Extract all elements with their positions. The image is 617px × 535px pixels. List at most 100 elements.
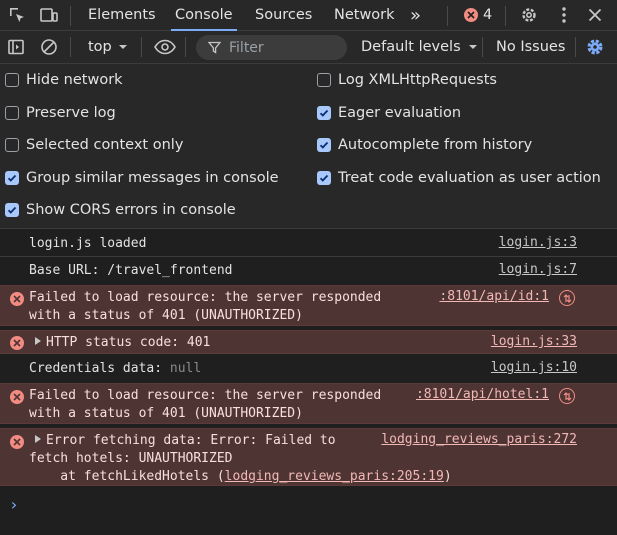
option-label: Show CORS errors in console xyxy=(26,202,236,218)
error-icon xyxy=(10,336,24,350)
option-show-cors-errors[interactable]: Show CORS errors in console xyxy=(5,200,236,220)
settings-gear-icon[interactable] xyxy=(518,4,540,26)
message-text[interactable]: Error fetching data: Error: Failed to xyxy=(35,432,336,450)
error-icon xyxy=(464,8,478,22)
divider xyxy=(70,37,71,57)
checkmark-icon xyxy=(319,141,329,149)
option-log-xhr[interactable]: Log XMLHttpRequests xyxy=(317,70,497,90)
message-text: login.js loaded xyxy=(29,236,147,251)
console-settings-panel: Hide network Preserve log Selected conte… xyxy=(0,64,617,229)
option-eager-evaluation[interactable]: Eager evaluation xyxy=(317,103,461,123)
close-icon[interactable] xyxy=(584,4,606,26)
checkbox-unchecked[interactable] xyxy=(317,73,331,87)
option-group-similar[interactable]: Group similar messages in console xyxy=(5,168,279,188)
console-settings-gear-icon[interactable] xyxy=(584,36,606,58)
option-label: Selected context only xyxy=(26,137,184,153)
console-output: login.js loaded login.js:3 Base URL: /tr… xyxy=(0,229,617,535)
console-toolbar: top Filter Default levels No Issues xyxy=(0,31,617,64)
tab-sources[interactable]: Sources xyxy=(245,0,322,31)
devtools-tab-bar: Elements Console Sources Network » 4 xyxy=(0,0,617,31)
stack-trace-text: ) xyxy=(443,469,452,484)
option-label: Group similar messages in console xyxy=(26,170,279,186)
source-link[interactable]: login.js:10 xyxy=(491,360,577,375)
error-icon xyxy=(10,292,24,306)
issues-button[interactable]: No Issues xyxy=(496,39,565,55)
checkbox-checked[interactable] xyxy=(317,138,331,152)
checkbox-checked[interactable] xyxy=(5,171,19,185)
error-count-badge[interactable]: 4 xyxy=(464,7,492,23)
divider xyxy=(70,6,71,26)
checkbox-unchecked[interactable] xyxy=(5,138,19,152)
divider xyxy=(141,37,142,57)
expand-triangle-icon[interactable] xyxy=(35,337,41,345)
option-autocomplete[interactable]: Autocomplete from history xyxy=(317,135,532,155)
message-text: fetch hotels: UNAUTHORIZED xyxy=(29,451,233,466)
stack-trace-line: at fetchLikedHotels (lodging_reviews_par… xyxy=(29,468,452,486)
divider xyxy=(185,37,186,57)
checkmark-icon xyxy=(319,109,329,117)
console-message-log: Credentials data: null login.js:10 xyxy=(0,356,617,383)
log-levels-label: Default levels xyxy=(361,39,461,55)
checkbox-checked[interactable] xyxy=(5,203,19,217)
network-request-icon[interactable] xyxy=(559,290,575,306)
tab-console[interactable]: Console xyxy=(165,0,243,31)
message-text: with a status of 401 (UNAUTHORIZED) xyxy=(29,406,303,421)
checkmark-icon xyxy=(319,174,329,182)
tab-elements[interactable]: Elements xyxy=(78,0,166,31)
source-link[interactable]: lodging_reviews_paris:272 xyxy=(381,432,577,447)
source-link[interactable]: :8101/api/id:1 xyxy=(439,289,549,304)
option-hide-network[interactable]: Hide network xyxy=(5,70,123,90)
stack-trace-link[interactable]: lodging_reviews_paris:205:19 xyxy=(225,469,444,484)
option-preserve-log[interactable]: Preserve log xyxy=(5,103,116,123)
divider xyxy=(505,6,506,26)
expand-triangle-icon[interactable] xyxy=(35,435,41,443)
filter-input[interactable]: Filter xyxy=(196,35,347,60)
chevron-down-icon xyxy=(118,45,127,49)
message-text: Failed to load resource: the server resp… xyxy=(29,388,382,403)
message-text: Failed to load resource: the server resp… xyxy=(29,290,382,305)
checkbox-checked[interactable] xyxy=(317,106,331,120)
source-link[interactable]: login.js:33 xyxy=(491,334,577,349)
checkmark-icon xyxy=(7,206,17,214)
message-text: Error fetching data: Error: Failed to xyxy=(46,433,336,448)
stack-trace-text: at fetchLikedHotels ( xyxy=(29,469,225,484)
source-link[interactable]: login.js:3 xyxy=(499,235,577,250)
message-text: HTTP status code: 401 xyxy=(46,335,211,350)
option-label: Eager evaluation xyxy=(338,105,462,121)
log-levels-dropdown[interactable]: Default levels xyxy=(361,39,479,55)
error-icon xyxy=(10,435,24,449)
source-link[interactable]: :8101/api/hotel:1 xyxy=(416,387,549,402)
device-toolbar-icon[interactable] xyxy=(38,4,60,26)
console-message-error: HTTP status code: 401 login.js:33 xyxy=(0,330,617,354)
inspect-element-icon[interactable] xyxy=(6,4,28,26)
message-label: Credentials data: xyxy=(29,361,170,376)
console-message-log: Base URL: /travel_frontend login.js:7 xyxy=(0,257,617,284)
network-request-icon[interactable] xyxy=(559,388,575,404)
context-selector[interactable]: top xyxy=(88,39,129,55)
message-text: with a status of 401 (UNAUTHORIZED) xyxy=(29,308,303,323)
context-label: top xyxy=(88,39,112,55)
filter-placeholder: Filter xyxy=(229,39,264,56)
source-link[interactable]: login.js:7 xyxy=(499,262,577,277)
option-treat-as-user-action[interactable]: Treat code evaluation as user action xyxy=(317,168,601,188)
console-message-log: login.js loaded login.js:3 xyxy=(0,229,617,257)
divider xyxy=(575,37,576,57)
live-expression-eye-icon[interactable] xyxy=(152,36,178,58)
divider xyxy=(447,6,448,26)
option-label: Autocomplete from history xyxy=(338,137,533,153)
filter-funnel-icon xyxy=(208,41,221,54)
console-prompt[interactable]: › xyxy=(9,495,19,514)
clear-console-icon[interactable] xyxy=(38,36,60,58)
checkmark-icon xyxy=(7,174,17,182)
more-tabs-button[interactable]: » xyxy=(400,0,431,31)
error-count: 4 xyxy=(483,7,493,23)
checkbox-unchecked[interactable] xyxy=(5,73,19,87)
sidebar-toggle-icon[interactable] xyxy=(5,36,27,58)
checkbox-unchecked[interactable] xyxy=(5,106,19,120)
tab-network[interactable]: Network xyxy=(324,0,405,31)
more-options-icon[interactable] xyxy=(553,4,575,26)
message-text[interactable]: HTTP status code: 401 xyxy=(35,334,210,352)
checkbox-checked[interactable] xyxy=(317,171,331,185)
option-selected-context-only[interactable]: Selected context only xyxy=(5,135,183,155)
null-value: null xyxy=(169,361,202,376)
